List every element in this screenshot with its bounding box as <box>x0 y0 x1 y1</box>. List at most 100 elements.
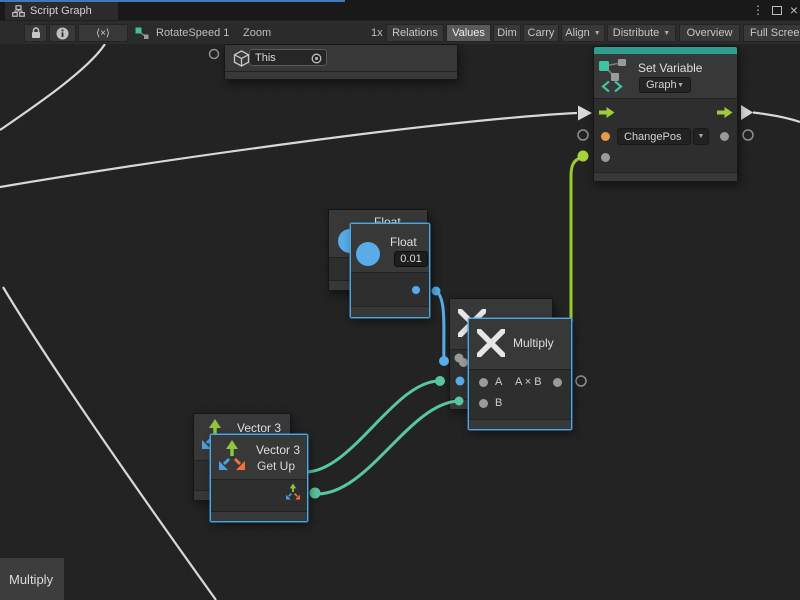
graph-hierarchy-icon <box>12 5 25 17</box>
wire-blue-endpoint[interactable] <box>439 356 449 366</box>
get-up-type-title: Vector 3 <box>256 443 300 457</box>
set-variable-footer <box>594 172 737 181</box>
get-up-body <box>211 479 307 512</box>
multiply-x-icon <box>477 329 505 357</box>
vector3-mini-icon[interactable] <box>285 483 301 500</box>
chevron-down-icon: ▼ <box>594 30 601 37</box>
wire-lime-result[interactable] <box>571 157 583 321</box>
this-object-field-value: This <box>255 52 276 64</box>
toolbar: ⟨×⟩ RotateSpeed 1 Zoom 1x Relations Valu… <box>0 20 800 44</box>
wire-blue-float[interactable] <box>436 291 444 360</box>
multiply-title: Multiply <box>513 336 554 350</box>
flow-wire-topleft[interactable] <box>0 44 105 130</box>
align-dropdown[interactable]: Align ▼ <box>561 24 605 42</box>
this-object-field[interactable]: This <box>249 49 327 66</box>
flow-wire-into-set-variable[interactable] <box>0 113 577 187</box>
window-menu-icon[interactable]: ⋮ <box>750 2 766 18</box>
float-title: Float <box>390 235 417 249</box>
wire-blue-start[interactable] <box>432 287 441 296</box>
variable-scope-value: Graph <box>646 79 677 91</box>
variable-scope-dropdown[interactable]: Graph ▼ <box>639 77 691 93</box>
multiply-header: Multiply <box>469 319 571 369</box>
multiply-port-a[interactable] <box>479 378 488 387</box>
gameobject-cube-icon <box>233 50 250 67</box>
tooltip-multiply: Multiply <box>0 558 64 600</box>
info-button[interactable] <box>49 24 76 42</box>
relations-button[interactable]: Relations <box>386 24 444 42</box>
window-close-icon[interactable]: × <box>786 2 800 18</box>
set-variable-header: Set Variable Graph ▼ <box>594 54 737 98</box>
dim-button[interactable]: Dim <box>493 24 521 42</box>
vector3-arrows-icon <box>217 439 247 471</box>
overview-button[interactable]: Overview <box>679 24 740 42</box>
float-value: 0.01 <box>400 253 421 265</box>
wire-teal-a-endpoint[interactable] <box>435 376 445 386</box>
variable-name-dropdown-button[interactable]: ▼ <box>693 128 709 145</box>
variable-name-dropdown[interactable]: ChangePos <box>617 128 691 145</box>
this-node-footer <box>225 71 457 79</box>
values-button[interactable]: Values <box>446 24 491 42</box>
chevron-down-icon: ▼ <box>663 30 670 37</box>
graph-canvas[interactable]: This <box>0 44 800 600</box>
window-maximize-icon[interactable] <box>769 2 785 18</box>
distribute-dropdown[interactable]: Distribute ▼ <box>607 24 676 42</box>
set-variable-node[interactable]: Set Variable Graph ▼ ChangePos ▼ <box>593 46 738 182</box>
float-body <box>351 272 429 306</box>
set-variable-title: Set Variable <box>638 61 702 75</box>
set-variable-icon <box>598 58 632 82</box>
code-view-button[interactable]: ⟨×⟩ <box>78 24 128 42</box>
get-up-subtitle: Get Up <box>257 459 295 473</box>
variable-name-value: ChangePos <box>624 131 682 143</box>
carry-button[interactable]: Carry <box>523 24 559 42</box>
flow-in-arrow-icon[interactable] <box>599 106 615 119</box>
lock-icon <box>31 27 41 39</box>
float-header: Float 0.01 <box>351 224 429 272</box>
chevron-down-icon: ▼ <box>677 82 684 89</box>
multiply-body: A A × B B <box>469 369 571 419</box>
multiply-port-b[interactable] <box>479 399 488 408</box>
lock-button[interactable] <box>24 24 47 42</box>
float-value-field[interactable]: 0.01 <box>394 251 428 267</box>
align-label: Align <box>565 27 589 39</box>
distribute-label: Distribute <box>613 27 659 39</box>
flow-out-arrow-icon[interactable] <box>717 106 733 119</box>
multiply-label-axb: A × B <box>515 376 542 388</box>
input-value-port[interactable] <box>601 153 610 162</box>
tab-label: Script Graph <box>30 5 92 17</box>
get-up-node[interactable]: Vector 3 Get Up <box>210 434 308 522</box>
variable-name-port[interactable] <box>601 132 610 141</box>
float-output-port[interactable] <box>412 286 420 294</box>
this-node[interactable]: This <box>224 44 458 80</box>
port-ring-multiply-out[interactable] <box>576 376 586 386</box>
object-picker-icon[interactable] <box>311 53 322 64</box>
tab-script-graph[interactable]: Script Graph <box>5 2 118 20</box>
wire-teal-b-start[interactable] <box>310 488 321 499</box>
flow-arrow-in <box>578 106 592 121</box>
graph-reference[interactable]: RotateSpeed 1 <box>135 21 229 45</box>
graph-name-label: RotateSpeed 1 <box>156 27 229 39</box>
multiply-node[interactable]: Multiply A A × B B <box>468 318 572 430</box>
port-ring-this[interactable] <box>210 50 219 59</box>
multiply-port-result[interactable] <box>553 378 562 387</box>
flow-wire-bottomleft[interactable] <box>3 287 216 600</box>
flow-arrow-out <box>741 105 753 120</box>
set-variable-body: ChangePos ▼ <box>594 98 737 174</box>
script-graph-window: Script Graph ⋮ × ⟨×⟩ <box>0 0 800 600</box>
vector3-back-title: Vector 3 <box>237 421 281 435</box>
tooltip-label: Multiply <box>9 572 53 587</box>
port-ring-setvar-right[interactable] <box>743 130 753 140</box>
this-node-header: This <box>225 45 457 71</box>
port-ring-setvar-left[interactable] <box>578 130 588 140</box>
wire-teal-a[interactable] <box>305 381 438 472</box>
output-value-port[interactable] <box>720 132 729 141</box>
wire-lime-endpoint[interactable] <box>578 151 589 162</box>
get-up-header: Vector 3 Get Up <box>211 435 307 479</box>
float-circle-icon <box>356 242 380 266</box>
fullscreen-button[interactable]: Full Screen <box>743 24 800 42</box>
wire-teal-b[interactable] <box>315 401 458 494</box>
multiply-label-a: A <box>495 376 502 388</box>
float-node[interactable]: Float 0.01 <box>350 223 430 318</box>
multiply-back-port-a[interactable] <box>459 358 468 367</box>
get-up-footer <box>211 511 307 521</box>
flow-wire-out-right[interactable] <box>753 113 800 123</box>
